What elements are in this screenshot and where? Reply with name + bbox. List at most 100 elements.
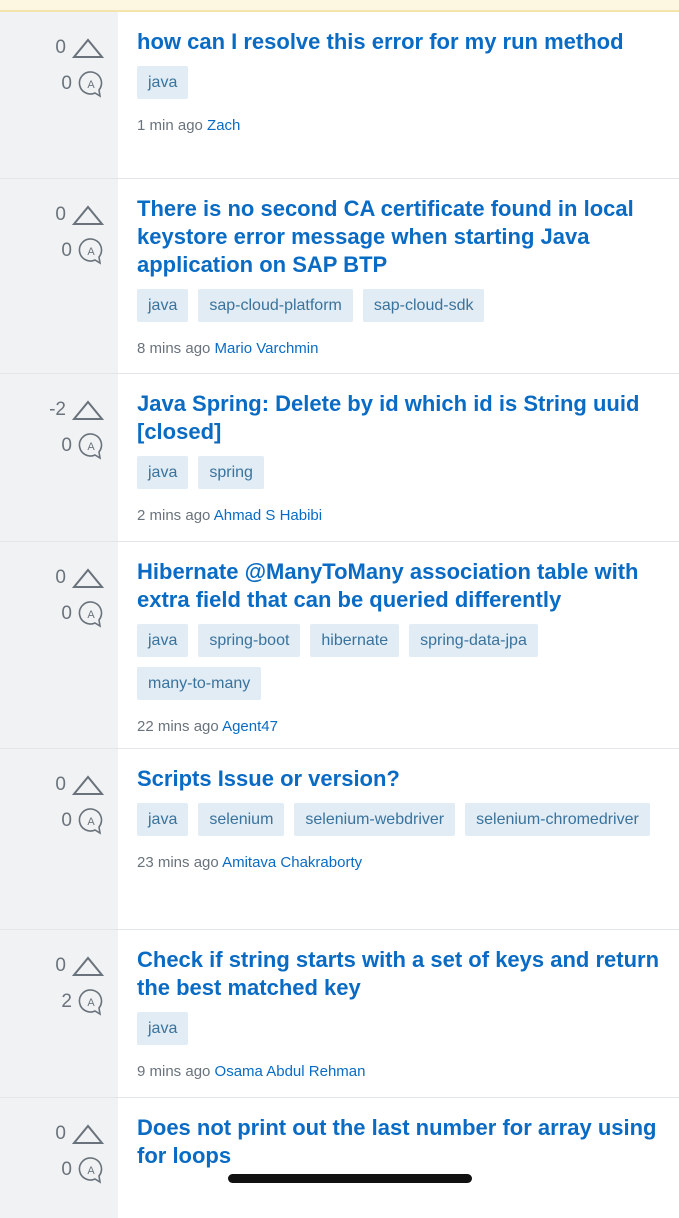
answer-bubble-icon: A — [78, 238, 103, 265]
tag-list: java selenium selenium-webdriver seleniu… — [137, 803, 669, 846]
tag-list: java — [137, 1012, 669, 1055]
top-notice-bar — [0, 0, 679, 12]
answer-count: 0 A — [0, 428, 118, 464]
tag-list: java spring-boot hibernate spring-data-j… — [137, 624, 669, 710]
question-row[interactable]: 0 0 A how can I resolve this error for m… — [0, 12, 679, 179]
answer-number: 0 — [61, 240, 72, 261]
question-content: how can I resolve this error for my run … — [118, 12, 679, 178]
tag[interactable]: java — [137, 624, 189, 657]
vote-number: 0 — [55, 37, 66, 58]
question-content: Java Spring: Delete by id which id is St… — [118, 374, 679, 541]
question-meta: 8 mins ago Mario Varchmin — [137, 340, 669, 360]
question-title[interactable]: Scripts Issue or version? — [137, 765, 669, 793]
tag[interactable]: java — [137, 803, 189, 836]
question-title[interactable]: There is no second CA certificate found … — [137, 195, 669, 279]
question-row[interactable]: 0 0 A There is no second CA certificate … — [0, 179, 679, 374]
svg-text:A: A — [87, 79, 95, 91]
svg-text:A: A — [87, 441, 95, 453]
tag[interactable]: selenium-chromedriver — [465, 803, 650, 836]
vote-count: 0 — [0, 948, 118, 984]
vote-count: 0 — [0, 1116, 118, 1152]
tag-list: java — [137, 66, 669, 109]
tag[interactable]: selenium-webdriver — [294, 803, 456, 836]
user-link[interactable]: Zach — [207, 117, 240, 134]
upvote-triangle-icon[interactable] — [72, 399, 104, 421]
svg-text:A: A — [87, 816, 95, 828]
answer-count: 0 A — [0, 233, 118, 269]
tag[interactable]: sap-cloud-platform — [198, 289, 353, 322]
question-meta: 22 mins ago Agent47 — [137, 718, 669, 738]
user-link[interactable]: Mario Varchmin — [215, 340, 319, 357]
tag[interactable]: hibernate — [310, 624, 400, 657]
tag[interactable]: java — [137, 456, 189, 489]
time-ago: 9 mins ago — [137, 1063, 211, 1080]
question-stats: 0 0 A — [0, 12, 118, 178]
tag[interactable]: spring-boot — [198, 624, 301, 657]
answer-number: 0 — [61, 435, 72, 456]
tag-list: java spring — [137, 456, 669, 499]
answer-count: 0 A — [0, 803, 118, 839]
tag[interactable]: sap-cloud-sdk — [362, 289, 485, 322]
tag[interactable]: selenium — [198, 803, 285, 836]
question-stats: 0 0 A — [0, 749, 118, 929]
answer-bubble-icon: A — [78, 989, 103, 1016]
tag[interactable]: many-to-many — [137, 667, 262, 700]
time-ago: 1 min ago — [137, 117, 203, 134]
answer-count: 2 A — [0, 984, 118, 1020]
question-content: Hibernate @ManyToMany association table … — [118, 542, 679, 748]
user-link[interactable]: Agent47 — [222, 718, 278, 735]
question-title[interactable]: Does not print out the last number for a… — [137, 1114, 669, 1170]
question-stats: 0 2 A — [0, 930, 118, 1097]
answer-number: 2 — [61, 991, 72, 1012]
home-indicator[interactable] — [228, 1174, 472, 1183]
question-row[interactable]: -2 0 A Java Spring: Delete by id which i… — [0, 374, 679, 542]
upvote-triangle-icon[interactable] — [72, 204, 104, 226]
answer-bubble-icon: A — [78, 71, 103, 98]
question-stats: -2 0 A — [0, 374, 118, 541]
question-meta: 9 mins ago Osama Abdul Rehman — [137, 1063, 669, 1083]
answer-bubble-icon: A — [78, 1157, 103, 1184]
question-row[interactable]: 0 0 A Hibernate @ManyToMany association … — [0, 542, 679, 749]
time-ago: 22 mins ago — [137, 718, 219, 735]
tag[interactable]: java — [137, 66, 189, 99]
upvote-triangle-icon[interactable] — [72, 955, 104, 977]
question-row[interactable]: 0 0 A Scripts Issue or version? java sel… — [0, 749, 679, 930]
question-title[interactable]: Hibernate @ManyToMany association table … — [137, 558, 669, 614]
answer-number: 0 — [61, 73, 72, 94]
vote-count: -2 — [0, 392, 118, 428]
upvote-triangle-icon[interactable] — [72, 567, 104, 589]
answer-count: 0 A — [0, 66, 118, 102]
tag[interactable]: java — [137, 1012, 189, 1045]
question-title[interactable]: Check if string starts with a set of key… — [137, 946, 669, 1002]
vote-count: 0 — [0, 767, 118, 803]
time-ago: 23 mins ago — [137, 854, 219, 871]
question-content: Scripts Issue or version? java selenium … — [118, 749, 679, 929]
tag-list: java sap-cloud-platform sap-cloud-sdk — [137, 289, 669, 332]
vote-count: 0 — [0, 560, 118, 596]
vote-number: 0 — [55, 204, 66, 225]
svg-text:A: A — [87, 246, 95, 258]
question-row[interactable]: 0 0 A Does not print out the last number… — [0, 1098, 679, 1218]
vote-number: -2 — [49, 399, 66, 420]
answer-number: 0 — [61, 810, 72, 831]
svg-text:A: A — [87, 1165, 95, 1177]
upvote-triangle-icon[interactable] — [72, 1123, 104, 1145]
tag[interactable]: spring-data-jpa — [409, 624, 538, 657]
tag[interactable]: java — [137, 289, 189, 322]
answer-bubble-icon: A — [78, 808, 103, 835]
question-title[interactable]: how can I resolve this error for my run … — [137, 28, 669, 56]
tag[interactable]: spring — [198, 456, 264, 489]
vote-number: 0 — [55, 774, 66, 795]
question-row[interactable]: 0 2 A Check if string starts with a set … — [0, 930, 679, 1098]
upvote-triangle-icon[interactable] — [72, 37, 104, 59]
user-link[interactable]: Ahmad S Habibi — [214, 507, 322, 524]
svg-text:A: A — [87, 609, 95, 621]
svg-text:A: A — [87, 997, 95, 1009]
question-title[interactable]: Java Spring: Delete by id which id is St… — [137, 390, 669, 446]
question-stats: 0 0 A — [0, 1098, 118, 1218]
vote-number: 0 — [55, 1123, 66, 1144]
user-link[interactable]: Osama Abdul Rehman — [215, 1063, 366, 1080]
user-link[interactable]: Amitava Chakraborty — [222, 854, 362, 871]
upvote-triangle-icon[interactable] — [72, 774, 104, 796]
answer-count: 0 A — [0, 1152, 118, 1188]
